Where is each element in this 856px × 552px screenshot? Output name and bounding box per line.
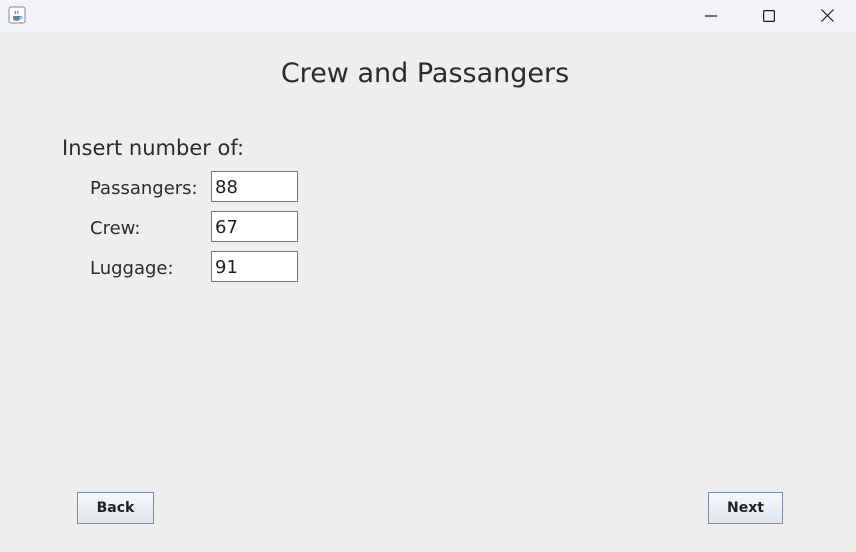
insert-number-label: Insert number of: bbox=[62, 136, 245, 160]
luggage-label: Luggage: bbox=[90, 258, 174, 279]
minimize-icon bbox=[705, 7, 717, 26]
maximize-icon bbox=[763, 7, 776, 26]
passangers-input[interactable] bbox=[211, 171, 298, 202]
java-cup-icon[interactable] bbox=[8, 6, 26, 24]
close-icon bbox=[820, 7, 834, 26]
crew-input[interactable] bbox=[211, 211, 298, 242]
back-button[interactable]: Back bbox=[77, 492, 154, 524]
app-window: Crew and Passangers Insert number of: Pa… bbox=[0, 0, 856, 552]
title-bar[interactable] bbox=[0, 0, 856, 32]
minimize-button[interactable] bbox=[682, 0, 740, 32]
passangers-label: Passangers: bbox=[90, 178, 198, 199]
next-button[interactable]: Next bbox=[708, 492, 783, 524]
luggage-input[interactable] bbox=[211, 251, 298, 282]
page-title: Crew and Passangers bbox=[280, 58, 570, 89]
crew-label: Crew: bbox=[90, 218, 141, 239]
maximize-button[interactable] bbox=[740, 0, 798, 32]
close-button[interactable] bbox=[798, 0, 856, 32]
